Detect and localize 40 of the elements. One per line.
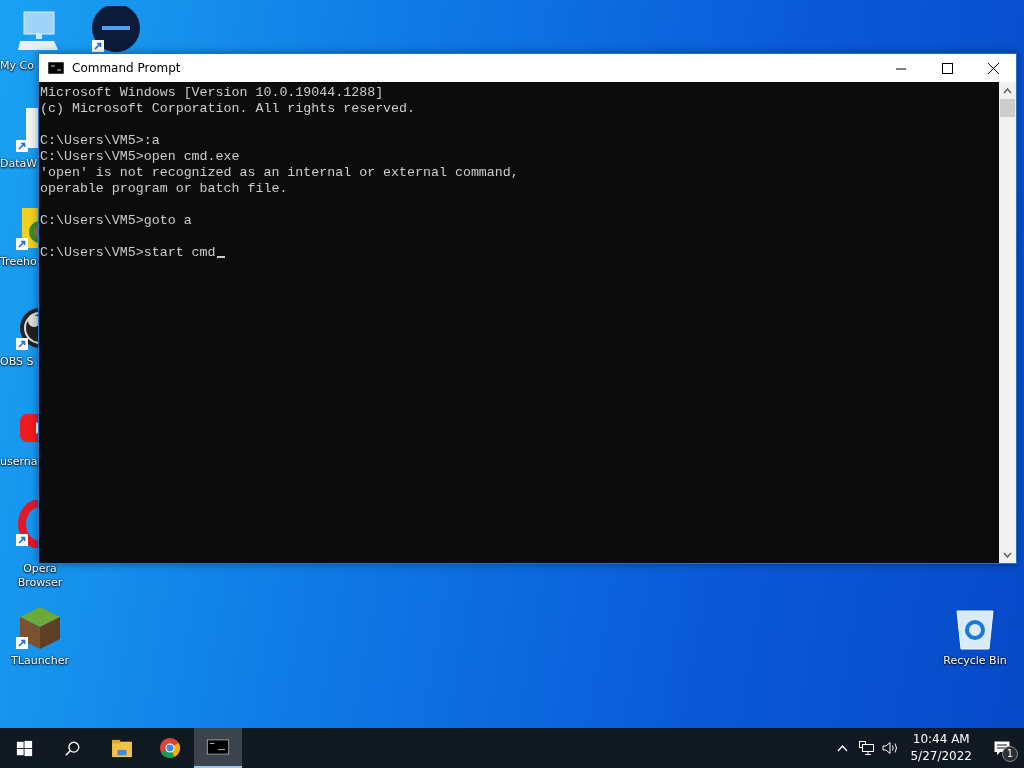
maximize-icon bbox=[941, 62, 953, 74]
icon-label: TLauncher bbox=[11, 654, 69, 668]
icon-label: Opera Browser bbox=[16, 562, 64, 590]
icon-label: My Co bbox=[0, 59, 34, 73]
document-icon[interactable] bbox=[14, 106, 38, 154]
icon-label: Recycle Bin bbox=[943, 654, 1007, 668]
chrome-logo-icon bbox=[159, 737, 181, 759]
console-line: (c) Microsoft Corporation. All rights reserved. bbox=[40, 101, 417, 117]
close-icon bbox=[987, 62, 999, 74]
opera-logo-icon[interactable] bbox=[14, 500, 38, 548]
console-line: 'open' is not recognized as an internal or external command, bbox=[40, 165, 520, 181]
console-app-icon bbox=[48, 62, 64, 74]
clock-time: 10:44 AM bbox=[911, 731, 971, 748]
scroll-down-icon[interactable] bbox=[1003, 551, 1012, 558]
window-title: Command Prompt bbox=[72, 60, 181, 77]
console-line: Microsoft Windows [Version 10.0.19044.1288] bbox=[40, 85, 385, 101]
console-line: C:\Users\VM5>open cmd.exe bbox=[40, 149, 241, 165]
chevron-up-icon bbox=[836, 744, 848, 752]
clock-date: 5/27/2022 bbox=[910, 748, 972, 765]
icon-label: DataW bbox=[0, 157, 38, 171]
notification-count: 1 bbox=[1002, 746, 1018, 762]
search-icon bbox=[63, 739, 81, 757]
network-icon bbox=[858, 741, 875, 755]
speaker-icon bbox=[881, 741, 899, 755]
windows-logo-icon bbox=[15, 739, 33, 757]
icon-label: Treeho bbox=[0, 255, 37, 269]
console-line: operable program or batch file. bbox=[40, 181, 289, 197]
console-app-icon bbox=[206, 739, 230, 755]
scroll-up-icon[interactable] bbox=[1003, 87, 1012, 94]
console-line: C:\Users\VM5>goto a bbox=[40, 213, 193, 229]
icon-label: userna bbox=[0, 455, 38, 469]
scrollbar-thumb[interactable] bbox=[1000, 99, 1015, 117]
folder-icon bbox=[111, 738, 133, 758]
scrollbar[interactable] bbox=[999, 82, 1016, 563]
clock[interactable]: 10:44 AM 5/27/2022 bbox=[902, 731, 980, 765]
icon-label: OBS S bbox=[0, 355, 34, 369]
notification-button[interactable]: 1 bbox=[980, 728, 1024, 768]
console-line: C:\Users\VM5>:a bbox=[40, 133, 161, 149]
taskbar-app-button[interactable] bbox=[194, 728, 242, 768]
console-line: C:\Users\VM5>start cmd bbox=[40, 245, 999, 261]
